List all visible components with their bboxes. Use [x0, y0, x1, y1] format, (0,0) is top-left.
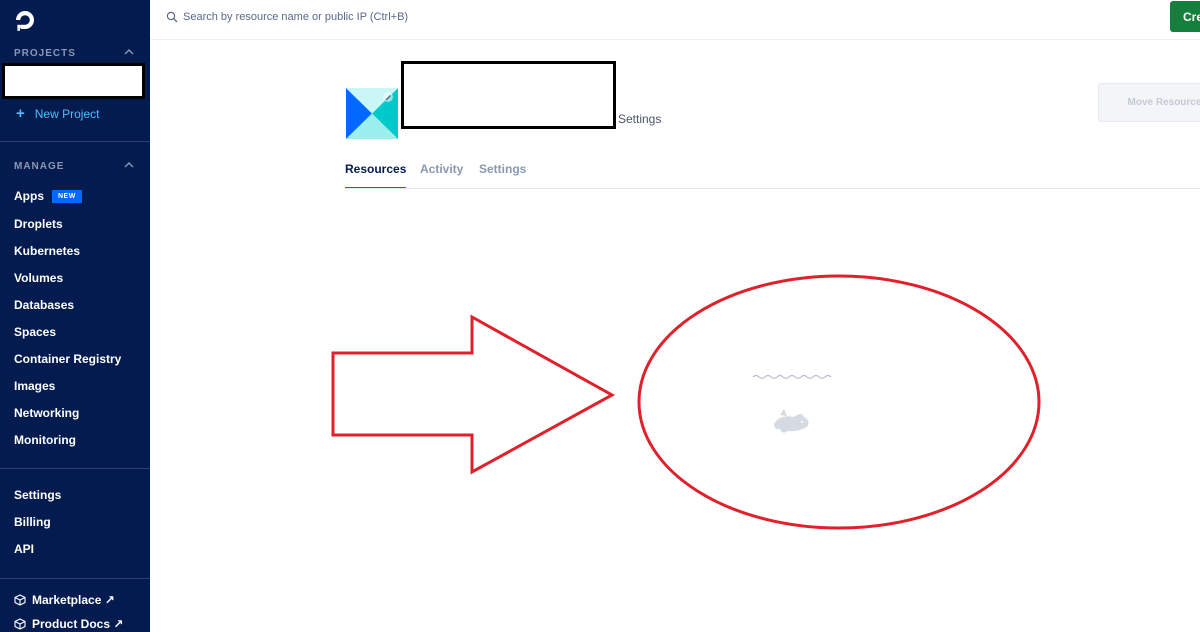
sidebar-item-label: Marketplace ↗: [32, 593, 115, 607]
search-input[interactable]: [183, 7, 683, 27]
sidebar-item-droplets[interactable]: Droplets: [14, 217, 63, 231]
sidebar-item-volumes[interactable]: Volumes: [14, 271, 63, 285]
sidebar-divider: [0, 141, 150, 142]
projects-header: PROJECTS: [14, 48, 76, 59]
new-project-link[interactable]: + New Project: [16, 106, 99, 121]
sidebar-item-kubernetes[interactable]: Kubernetes: [14, 244, 80, 258]
new-badge: NEW: [52, 190, 82, 203]
sidebar-item-label: Product Docs ↗: [32, 617, 124, 631]
create-button[interactable]: Create: [1170, 1, 1200, 32]
annotation-arrow: [331, 314, 616, 475]
sidebar-item-api[interactable]: API: [14, 542, 34, 556]
chevron-up-icon[interactable]: [124, 160, 134, 170]
sidebar-item-label: Apps: [14, 189, 44, 203]
cube-icon: [14, 618, 26, 630]
sidebar: PROJECTS + New Project MANAGE Apps NEW Dr…: [0, 0, 150, 632]
sidebar-item-monitoring[interactable]: Monitoring: [14, 433, 76, 447]
sidebar-item-images[interactable]: Images: [14, 379, 55, 393]
sidebar-item-product-docs[interactable]: Product Docs ↗: [14, 617, 123, 631]
sidebar-item-networking[interactable]: Networking: [14, 406, 79, 420]
tab-resources[interactable]: Resources: [345, 162, 407, 189]
annotation-ellipse: [637, 274, 1041, 530]
sidebar-item-container-registry[interactable]: Container Registry: [14, 352, 121, 366]
chevron-up-icon[interactable]: [124, 47, 134, 57]
sidebar-item-marketplace[interactable]: Marketplace ↗: [14, 593, 115, 607]
sidebar-item-spaces[interactable]: Spaces: [14, 325, 56, 339]
sidebar-item-databases[interactable]: Databases: [14, 298, 74, 312]
digitalocean-logo-icon[interactable]: [13, 8, 37, 32]
project-tabs: Resources Activity Settings: [345, 162, 1200, 189]
new-project-label: New Project: [34, 106, 100, 121]
cube-icon: [14, 594, 26, 606]
arrow-right-icon: [1117, 102, 1118, 103]
tab-activity[interactable]: Activity: [420, 162, 463, 189]
tab-settings[interactable]: Settings: [479, 162, 526, 189]
project-name-redacted: [401, 61, 616, 129]
current-project-redacted[interactable]: [2, 63, 145, 99]
sidebar-divider: [0, 578, 150, 579]
sidebar-item-settings[interactable]: Settings: [14, 488, 61, 502]
project-settings-link[interactable]: Settings: [618, 112, 661, 126]
project-avatar-icon: [346, 88, 398, 139]
plus-icon: +: [16, 105, 25, 122]
sidebar-item-billing[interactable]: Billing: [14, 515, 51, 529]
sidebar-item-apps[interactable]: Apps NEW: [14, 189, 82, 203]
manage-header: MANAGE: [14, 161, 65, 172]
sidebar-divider: [0, 468, 150, 469]
move-resources-button[interactable]: Move Resources: [1098, 83, 1200, 122]
move-resources-label: Move Resources: [1127, 97, 1200, 108]
tabs-divider: [345, 188, 1200, 189]
empty-state-shark-icon: [752, 374, 832, 433]
search-icon: [166, 11, 178, 23]
